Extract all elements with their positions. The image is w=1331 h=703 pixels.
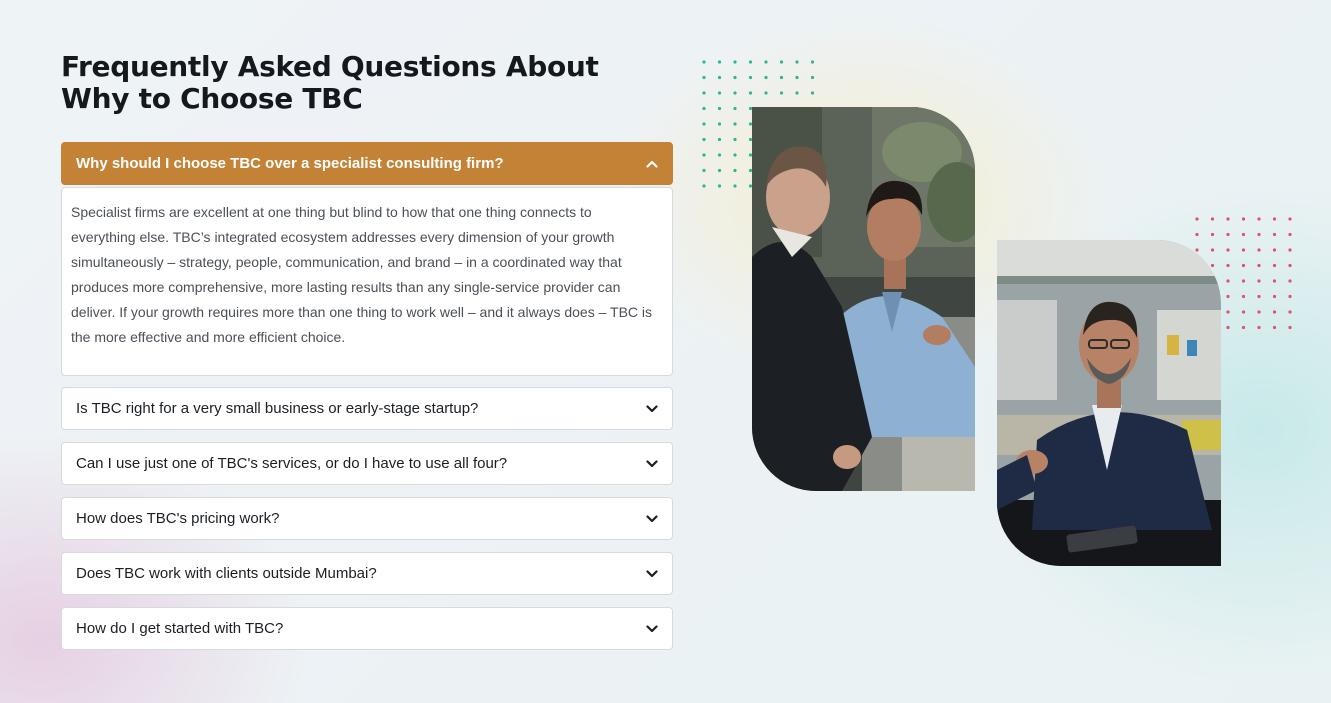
faq-question-text: How do I get started with TBC? — [76, 620, 284, 637]
faq-item-one-service: Can I use just one of TBC's services, or… — [61, 442, 673, 485]
chevron-down-icon — [645, 512, 659, 526]
faq-question-button[interactable]: Can I use just one of TBC's services, or… — [61, 442, 673, 485]
chevron-down-icon — [645, 457, 659, 471]
faq-question-button[interactable]: How do I get started with TBC? — [61, 607, 673, 650]
faq-title: Frequently Asked Questions About Why to … — [61, 50, 599, 115]
chevron-down-icon — [645, 622, 659, 636]
chevron-down-icon — [645, 402, 659, 416]
chevron-up-icon — [645, 157, 659, 171]
faq-question-text: How does TBC's pricing work? — [76, 510, 280, 527]
faq-question-button[interactable]: Is TBC right for a very small business o… — [61, 387, 673, 430]
meeting-photo — [752, 107, 975, 491]
faq-question-text: Is TBC right for a very small business o… — [76, 400, 479, 417]
faq-question-button[interactable]: How does TBC's pricing work? — [61, 497, 673, 540]
faq-answer-text: Specialist firms are excellent at one th… — [71, 204, 653, 345]
faq-question-text: Can I use just one of TBC's services, or… — [76, 455, 508, 472]
faq-item-get-started: How do I get started with TBC? — [61, 607, 673, 650]
faq-item-choose-tbc: Why should I choose TBC over a specialis… — [61, 142, 673, 376]
faq-question-button[interactable]: Does TBC work with clients outside Mumba… — [61, 552, 673, 595]
faq-accordion: Why should I choose TBC over a specialis… — [61, 142, 673, 662]
faq-item-outside-mumbai: Does TBC work with clients outside Mumba… — [61, 552, 673, 595]
faq-question-button[interactable]: Why should I choose TBC over a specialis… — [61, 142, 673, 185]
chevron-down-icon — [645, 567, 659, 581]
faq-item-small-business: Is TBC right for a very small business o… — [61, 387, 673, 430]
faq-item-pricing: How does TBC's pricing work? — [61, 497, 673, 540]
faq-question-text: Why should I choose TBC over a specialis… — [76, 155, 504, 172]
faq-answer-panel: Specialist firms are excellent at one th… — [61, 187, 673, 376]
businessman-photo — [997, 240, 1221, 566]
faq-question-text: Does TBC work with clients outside Mumba… — [76, 565, 377, 582]
